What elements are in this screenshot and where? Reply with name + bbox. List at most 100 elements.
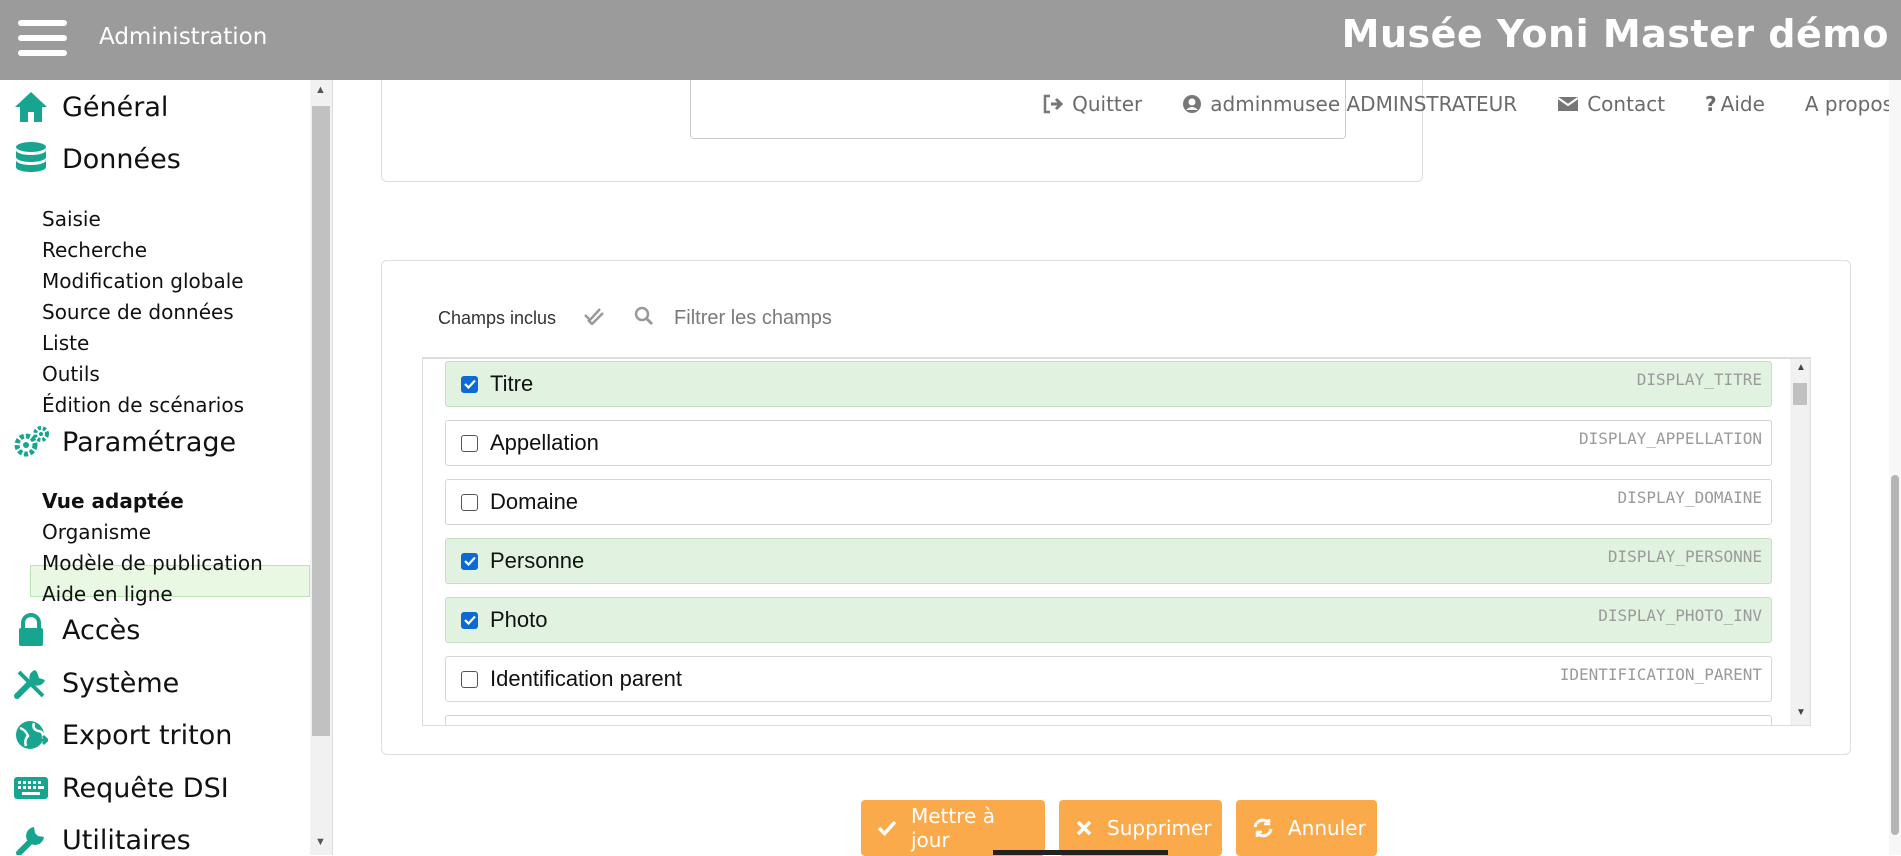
wrench-icon — [12, 823, 50, 855]
about-label: A propos — [1804, 92, 1893, 116]
sidebar-item-outils[interactable]: Outils — [42, 362, 100, 386]
sidebar-item-aide-en-ligne[interactable]: Aide en ligne — [42, 582, 173, 606]
sidebar: Général Données Saisie Recherche Modific… — [0, 80, 310, 855]
field-row-identification-parent[interactable]: Identification parent IDENTIFICATION_PAR… — [445, 656, 1772, 702]
field-row-titre[interactable]: Titre DISPLAY_TITRE — [445, 361, 1772, 407]
lock-icon — [12, 613, 50, 647]
field-code: DISPLAY_APPELLATION — [1578, 429, 1762, 448]
delete-button[interactable]: Supprimer — [1059, 800, 1222, 856]
sidebar-item-requete-dsi[interactable]: Requête DSI — [12, 771, 229, 805]
field-name: Appellation — [490, 430, 599, 455]
field-row-partial[interactable] — [445, 715, 1772, 725]
check-icon — [877, 820, 897, 836]
field-checkbox[interactable] — [461, 611, 478, 629]
field-row-domaine[interactable]: Domaine DISPLAY_DOMAINE — [445, 479, 1772, 525]
sidebar-scroll-thumb[interactable] — [312, 106, 330, 736]
contact-link[interactable]: Contact — [1557, 92, 1665, 116]
sidebar-item-donnees[interactable]: Données — [12, 142, 181, 176]
fields-list: Titre DISPLAY_TITRE Appellation DISPLAY_… — [422, 357, 1811, 726]
field-checkbox[interactable] — [461, 375, 478, 393]
sidebar-item-label: Export triton — [62, 719, 233, 751]
question-icon: ? — [1705, 92, 1717, 116]
cancel-button[interactable]: Annuler — [1236, 800, 1377, 856]
sidebar-item-source-donnees[interactable]: Source de données — [42, 300, 234, 324]
sign-out-icon — [1042, 94, 1064, 114]
quit-link[interactable]: Quitter — [1042, 92, 1142, 116]
fields-list-scroll-thumb[interactable] — [1793, 383, 1807, 405]
home-icon — [12, 90, 50, 124]
tooltip-edge — [993, 850, 1168, 855]
tools-icon — [12, 666, 50, 700]
globe-icon — [12, 718, 50, 752]
field-name: Domaine — [490, 489, 579, 514]
sidebar-item-liste[interactable]: Liste — [42, 331, 89, 355]
scroll-down-arrow-icon[interactable]: ▼ — [1796, 707, 1806, 718]
field-name: Identification parent — [490, 666, 683, 691]
update-button[interactable]: Mettre à jour — [861, 800, 1045, 856]
help-label: Aide — [1720, 92, 1765, 116]
hamburger-menu-icon[interactable] — [18, 20, 67, 60]
utility-bar: Quitter adminmusee ADMINSTRATEUR Contact… — [1002, 92, 1893, 116]
included-fields-label[interactable]: Champs inclus — [438, 308, 556, 329]
sidebar-item-label: Requête DSI — [62, 772, 229, 804]
field-checkbox[interactable] — [461, 552, 478, 570]
help-link[interactable]: ? Aide — [1705, 92, 1765, 116]
sidebar-item-parametrage[interactable]: Paramétrage — [12, 425, 236, 459]
scroll-up-arrow-icon[interactable]: ▲ — [315, 84, 326, 96]
sidebar-item-systeme[interactable]: Système — [12, 666, 179, 700]
field-checkbox[interactable] — [461, 493, 478, 511]
scroll-up-arrow-icon[interactable]: ▲ — [1796, 362, 1806, 373]
field-code: DISPLAY_PHOTO_INV — [1598, 606, 1762, 625]
main-scroll-thumb[interactable] — [1891, 475, 1899, 835]
sidebar-item-utilitaires[interactable]: Utilitaires — [12, 823, 191, 855]
action-buttons: Mettre à jour Supprimer Annuler — [861, 800, 1377, 856]
sidebar-item-edition-scenarios[interactable]: Édition de scénarios — [42, 393, 244, 417]
field-code: IDENTIFICATION_PARENT — [1559, 665, 1762, 684]
field-checkbox[interactable] — [461, 434, 478, 452]
sidebar-item-label: Paramétrage — [62, 426, 237, 458]
site-title: Musée Yoni Master démo — [1341, 12, 1889, 56]
field-code: DISPLAY_DOMAINE — [1617, 488, 1763, 507]
filter-fields-input[interactable] — [672, 306, 937, 331]
main-content: Quitter adminmusee ADMINSTRATEUR Contact… — [333, 80, 1901, 856]
sidebar-item-export-triton[interactable]: Export triton — [12, 718, 232, 752]
sidebar-item-saisie[interactable]: Saisie — [42, 207, 101, 231]
sidebar-item-modification-globale[interactable]: Modification globale — [42, 269, 244, 293]
sidebar-item-label: Données — [62, 143, 181, 175]
update-label: Mettre à jour — [911, 804, 995, 852]
cancel-label: Annuler — [1288, 816, 1366, 840]
field-name: Personne — [490, 548, 585, 573]
sidebar-item-organisme[interactable]: Organisme — [42, 520, 151, 544]
close-icon — [1075, 819, 1093, 837]
field-name: Photo — [490, 607, 548, 632]
contact-label: Contact — [1587, 92, 1666, 116]
field-name: Titre — [490, 371, 534, 396]
fields-list-scrollbar[interactable]: ▲ ▼ — [1790, 359, 1810, 725]
field-checkbox[interactable] — [461, 670, 478, 688]
double-check-icon[interactable] — [584, 307, 604, 330]
sidebar-item-label: Utilitaires — [62, 824, 191, 856]
sidebar-item-acces[interactable]: Accès — [12, 613, 140, 647]
envelope-icon — [1557, 96, 1579, 112]
search-icon — [634, 306, 654, 331]
sidebar-scrollbar[interactable]: ▲ ▼ — [310, 80, 333, 855]
refresh-icon — [1252, 818, 1274, 838]
main-scrollbar[interactable] — [1889, 80, 1901, 855]
scroll-down-arrow-icon[interactable]: ▼ — [315, 836, 326, 848]
admin-title: Administration — [99, 24, 268, 50]
sidebar-item-recherche[interactable]: Recherche — [42, 238, 147, 262]
field-code: DISPLAY_PERSONNE — [1607, 547, 1762, 566]
sidebar-item-general[interactable]: Général — [12, 90, 168, 124]
keyboard-icon — [12, 771, 50, 805]
sidebar-item-modele-publication[interactable]: Modèle de publication — [42, 551, 263, 575]
about-link[interactable]: A propos — [1805, 92, 1893, 116]
quit-label: Quitter — [1072, 92, 1143, 116]
sidebar-item-label: Général — [62, 91, 169, 123]
sidebar-item-vue-adaptee[interactable]: Vue adaptée — [42, 489, 184, 513]
fields-toolbar: Champs inclus — [438, 306, 937, 331]
field-row-appellation[interactable]: Appellation DISPLAY_APPELLATION — [445, 420, 1772, 466]
user-link[interactable]: adminmusee ADMINSTRATEUR — [1182, 92, 1517, 116]
gears-icon — [12, 425, 50, 459]
field-row-photo[interactable]: Photo DISPLAY_PHOTO_INV — [445, 597, 1772, 643]
field-row-personne[interactable]: Personne DISPLAY_PERSONNE — [445, 538, 1772, 584]
